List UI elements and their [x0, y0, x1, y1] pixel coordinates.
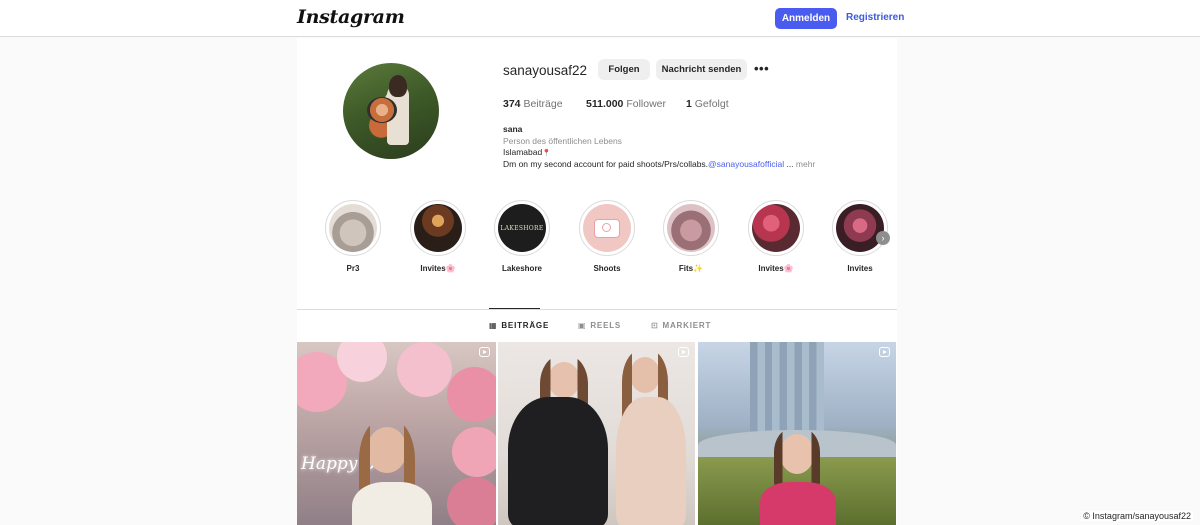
highlight-label: Pr3: [346, 264, 360, 273]
highlight-shoots-icon: [583, 204, 631, 252]
reel-icon: [479, 347, 490, 357]
bio-name: sana: [503, 124, 523, 134]
highlight-item[interactable]: Invites🌸: [748, 200, 804, 273]
bio-text: Dm on my second account for paid shoots/…: [503, 159, 815, 169]
posts-label: Beiträge: [523, 98, 563, 110]
highlight-label: Shoots: [593, 264, 621, 273]
highlight-label: Invites🌸: [420, 264, 456, 273]
camera-lens: [602, 222, 611, 232]
highlight-ring: [748, 200, 804, 256]
highlight-ring: [832, 200, 888, 256]
following-label: Gefolgt: [694, 98, 729, 110]
tab-tagged[interactable]: ⊡ MARKIERT: [651, 321, 711, 330]
followers-label: Follower: [626, 98, 666, 110]
highlight-ring: [579, 200, 635, 256]
highlight-fits-icon: [667, 204, 715, 252]
reel-icon: [879, 347, 890, 357]
tab-divider: [297, 309, 897, 310]
profile-avatar[interactable]: [343, 63, 439, 159]
login-button[interactable]: Anmelden: [775, 8, 837, 29]
tab-reels[interactable]: ▣ REELS: [578, 321, 621, 330]
reel-icon: [678, 347, 689, 357]
tab-posts[interactable]: ▦ BEITRÄGE: [489, 321, 549, 330]
person-hair: [774, 428, 820, 488]
highlight-item[interactable]: Invites🌸: [410, 200, 466, 273]
balloon: [452, 427, 496, 477]
person-body-pink: [760, 482, 836, 525]
following-stat[interactable]: 1 Gefolgt: [686, 98, 729, 110]
avatar-bouquet: [367, 97, 397, 123]
highlight-invites-icon: [414, 204, 462, 252]
instagram-logo[interactable]: Instagram: [297, 6, 405, 28]
highlight-invites-icon: [752, 204, 800, 252]
highlight-pr3-icon: [329, 204, 377, 252]
location-pin-icon: 📍: [542, 150, 551, 157]
tagged-icon: ⊡: [651, 321, 659, 330]
highlight-ring: LAKESHORE: [494, 200, 550, 256]
highlight-label: Fits✨: [678, 264, 704, 273]
posts-count: 374: [503, 98, 521, 110]
highlight-item[interactable]: Pr3: [325, 200, 381, 273]
person-body-beige: [616, 397, 686, 525]
bio-location: Islamabad📍: [503, 147, 551, 157]
camera-icon: [594, 218, 620, 238]
highlight-ring: [410, 200, 466, 256]
person-body: [352, 482, 432, 525]
balloon: [397, 342, 452, 397]
highlight-item[interactable]: LAKESHORE Lakeshore: [494, 200, 550, 273]
chevron-right-icon[interactable]: ›: [876, 231, 890, 245]
highlight-label: Lakeshore: [501, 264, 543, 273]
profile-username: sanayousaf22: [503, 63, 588, 78]
avatar-person-head: [389, 75, 407, 97]
image-credit: © Instagram/sanayousaf22: [1081, 511, 1193, 521]
followers-count: 511.000: [586, 98, 624, 110]
highlight-item[interactable]: Shoots: [579, 200, 635, 273]
active-tab-indicator: [489, 308, 540, 309]
posts-stat: 374 Beiträge: [503, 98, 563, 110]
bio-ellipsis: ...: [784, 159, 796, 169]
highlight-invites-icon: [836, 204, 884, 252]
highlight-ring: [325, 200, 381, 256]
more-options-icon[interactable]: •••: [754, 61, 769, 76]
balloon: [447, 367, 496, 422]
send-message-button[interactable]: Nachricht senden: [656, 59, 747, 80]
bio-mention-link[interactable]: @sanayousafofficial: [708, 159, 784, 169]
lakeshore-logo-text: LAKESHORE: [500, 224, 544, 232]
post-thumbnail[interactable]: [698, 342, 896, 525]
balloon: [447, 477, 496, 525]
highlight-item[interactable]: Fits✨: [663, 200, 719, 273]
bio-text-body: Dm on my second account for paid shoots/…: [503, 159, 709, 169]
post-thumbnail[interactable]: [498, 342, 695, 525]
highlight-ring: [663, 200, 719, 256]
tab-label: MARKIERT: [662, 321, 712, 330]
followers-stat[interactable]: 511.000 Follower: [586, 98, 666, 110]
bio-more-link[interactable]: mehr: [796, 159, 815, 169]
tab-label: REELS: [590, 321, 622, 330]
highlight-label: Invites: [847, 264, 873, 273]
reels-icon: ▣: [578, 321, 587, 330]
top-navigation: Instagram Anmelden Registrieren: [0, 0, 1200, 37]
highlight-lakeshore-icon: LAKESHORE: [498, 204, 546, 252]
highlight-label: Invites🌸: [758, 264, 794, 273]
tab-label: BEITRÄGE: [501, 321, 550, 330]
bio-category: Person des öffentlichen Lebens: [503, 136, 622, 146]
grid-icon: ▦: [489, 321, 498, 330]
post-thumbnail[interactable]: Happy B: [297, 342, 496, 525]
bio-city-text: Islamabad: [503, 147, 543, 157]
following-count: 1: [686, 98, 692, 110]
follow-button[interactable]: Folgen: [598, 59, 650, 80]
person-body-black: [508, 397, 608, 525]
register-link[interactable]: Registrieren: [846, 12, 904, 23]
